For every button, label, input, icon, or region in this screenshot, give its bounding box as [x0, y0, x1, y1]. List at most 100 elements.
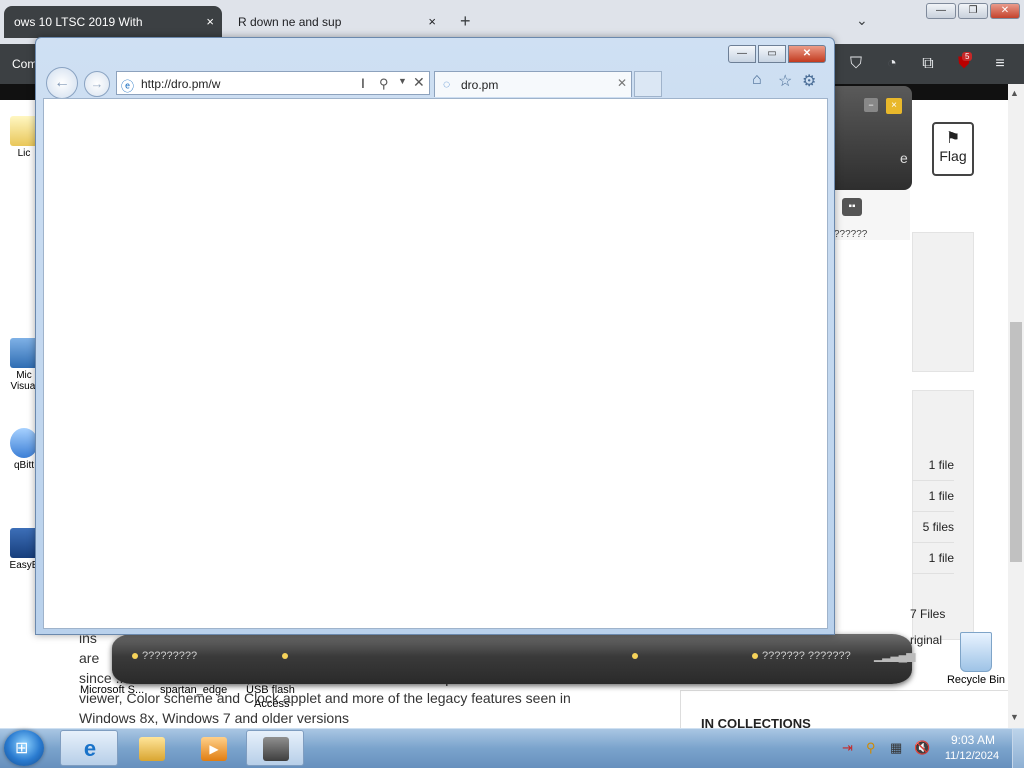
favorites-star-icon[interactable]: ☆: [778, 71, 792, 91]
shortcut-icon: [10, 338, 38, 368]
close-button[interactable]: ✕: [788, 45, 826, 63]
forward-arrow-icon[interactable]: →: [84, 71, 110, 97]
tab-close-icon[interactable]: ×: [428, 14, 436, 29]
ie-page-icon: ⓔ: [121, 79, 135, 94]
flag-button[interactable]: ⚑ Flag: [932, 122, 974, 176]
new-tab-button[interactable]: [634, 71, 662, 97]
dock-dot-icon: [282, 653, 288, 660]
home-icon[interactable]: ⌂: [752, 71, 762, 89]
history-icon[interactable]: ◔: [882, 54, 902, 74]
files-total: 7 Files: [910, 607, 946, 621]
browser-tab-ltsc[interactable]: ows 10 LTSC 2019 With ×: [4, 6, 222, 38]
tab-search-chevron-icon[interactable]: ⌄: [856, 12, 868, 29]
dock-item[interactable]: ??????? ???????: [752, 650, 851, 662]
internet-explorer-window: — ▭ ✕ ← → ⓔ http://dro.pm/w Ι ⚲ ▼ ✕ ◌ dr…: [35, 37, 835, 635]
internet-explorer-icon: e: [83, 736, 97, 761]
dock-item[interactable]: [282, 650, 292, 662]
desktop-label[interactable]: spartan_edge: [160, 684, 227, 696]
file-count[interactable]: 1 file: [912, 543, 954, 574]
dock-item[interactable]: [632, 650, 642, 662]
file-count[interactable]: 1 file: [912, 450, 954, 481]
taskbar-app-internet-explorer[interactable]: e: [60, 730, 118, 766]
recycle-bin-label: Recycle Bin: [946, 674, 1006, 686]
gadget-partial-text: e: [900, 150, 908, 166]
recycle-bin[interactable]: Recycle Bin: [944, 632, 1008, 686]
file-count[interactable]: 5 files: [912, 512, 954, 543]
menu-icon[interactable]: ≡: [990, 54, 1010, 74]
stop-icon[interactable]: ✕: [413, 74, 425, 91]
scroll-down-icon[interactable]: ▼: [1010, 712, 1019, 722]
monitor-icon: [10, 528, 38, 558]
search-icon[interactable]: ⚲: [379, 76, 389, 92]
tray-search-icon[interactable]: ⚲: [866, 740, 876, 756]
in-collections-box: IN COLLECTIONS: [680, 690, 1010, 731]
scroll-up-icon[interactable]: ▲: [1010, 88, 1019, 98]
tray-app-icon[interactable]: ⇥: [842, 740, 853, 756]
address-bar[interactable]: ⓔ http://dro.pm/w Ι ⚲ ▼ ✕: [116, 71, 430, 95]
start-button[interactable]: ⊞: [4, 730, 44, 766]
flag-icon: ⚑: [945, 130, 961, 147]
desktop-label[interactable]: Microsoft S...: [80, 684, 144, 696]
show-desktop-button[interactable]: [1012, 729, 1024, 768]
desktop-icon-label: qBitt: [13, 460, 34, 471]
new-tab-button[interactable]: +: [460, 11, 471, 32]
document-icon: [10, 116, 38, 146]
article-line: Windows 8x, Windows 7 and older versions: [79, 710, 350, 726]
tab-close-icon[interactable]: ×: [206, 14, 214, 29]
qbittorrent-icon: [10, 428, 38, 458]
minimize-button[interactable]: —: [926, 3, 956, 19]
minimize-button[interactable]: —: [728, 45, 756, 63]
clock-date[interactable]: 11/12/2024: [942, 750, 1002, 762]
ublock-count-badge: 5: [962, 52, 973, 61]
taskbar-app-media-player[interactable]: ▶: [184, 730, 242, 766]
media-player-icon: ▶: [201, 737, 227, 761]
desktop-label[interactable]: USB flash: [246, 684, 295, 696]
folder-icon: [139, 737, 165, 761]
loading-spinner-icon: ◌: [443, 77, 451, 91]
maximize-button[interactable]: ❐: [958, 3, 988, 19]
sidebar-panel: [912, 232, 974, 372]
extensions-icon[interactable]: ⧉: [918, 54, 938, 74]
close-button[interactable]: ✕: [990, 3, 1020, 19]
tab-title: R down ne and sup: [238, 15, 342, 29]
maximize-button[interactable]: ▭: [758, 45, 786, 63]
text-cursor-icon: Ι: [361, 75, 365, 91]
usb-drive-icon: [263, 737, 289, 761]
page-content-area[interactable]: [43, 98, 828, 629]
browser-tab-download[interactable]: R down ne and sup ×: [228, 6, 444, 38]
dock-dot-icon: [632, 653, 638, 660]
network-icon[interactable]: ▦: [890, 740, 902, 756]
pocket-icon[interactable]: ⛉: [846, 54, 866, 74]
recycle-bin-icon: [960, 632, 992, 672]
desktop-label: Access: [254, 698, 290, 710]
original-label: riginal: [910, 633, 943, 647]
tab-title: ows 10 LTSC 2019 With: [14, 15, 143, 29]
address-input[interactable]: http://dro.pm/w: [141, 77, 220, 91]
desktop-icon-label: Mic Visual: [10, 370, 38, 392]
toolbar-partial-label: Com: [12, 57, 38, 71]
gadget-minimize-button[interactable]: −: [864, 98, 878, 112]
tab-title: dro.pm: [461, 78, 499, 92]
clock-time[interactable]: 9:03 AM: [948, 733, 998, 747]
gadget-app-label: ??????: [834, 229, 868, 240]
desktop-icon-label: Lic: [17, 148, 31, 159]
scrollbar-thumb[interactable]: [1010, 322, 1022, 562]
windows-logo-icon: ⊞: [15, 740, 29, 757]
dock-item[interactable]: ?????????: [132, 650, 197, 662]
dock-item-label: ??????? ???????: [762, 650, 851, 662]
tab-close-icon[interactable]: ✕: [617, 76, 627, 90]
gadget-app-icon[interactable]: ▪▪: [842, 198, 862, 216]
file-count[interactable]: 1 file: [912, 481, 954, 512]
dock-dot-icon: [132, 653, 138, 660]
signal-strength-icon: ▁▂▃▄▅: [874, 648, 915, 662]
flag-label: Flag: [939, 148, 967, 164]
dock-dot-icon: [752, 653, 758, 660]
back-arrow-icon[interactable]: ←: [46, 67, 78, 99]
volume-muted-icon[interactable]: 🔇: [914, 740, 930, 756]
taskbar-app-file-explorer[interactable]: [122, 730, 180, 766]
gear-icon[interactable]: ⚙: [802, 71, 816, 91]
chevron-down-icon[interactable]: ▼: [398, 76, 407, 86]
gadget-close-button[interactable]: ×: [886, 98, 902, 114]
ie-tab[interactable]: ◌ dro.pm ✕: [434, 71, 632, 97]
taskbar-app-usb-tool[interactable]: [246, 730, 304, 766]
